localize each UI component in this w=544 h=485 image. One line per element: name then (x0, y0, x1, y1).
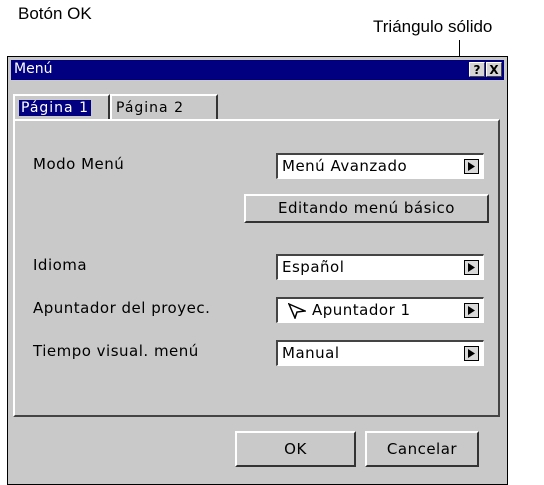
tab-page-1[interactable]: Página 1 (13, 94, 110, 120)
language-select[interactable]: Español (276, 254, 484, 280)
solid-triangle-icon[interactable] (464, 303, 479, 318)
menu-display-time-select[interactable]: Manual (276, 340, 484, 366)
solid-triangle-icon[interactable] (464, 346, 479, 361)
solid-triangle-icon[interactable] (464, 159, 479, 174)
menu-mode-value: Menú Avanzado (282, 157, 408, 175)
menu-display-time-value: Manual (282, 344, 340, 362)
cancel-button[interactable]: Cancelar (365, 431, 479, 467)
title-bar: Menú ? X (11, 60, 504, 80)
menu-mode-select[interactable]: Menú Avanzado (276, 153, 484, 179)
language-label: Idioma (33, 256, 88, 274)
close-button[interactable]: X (486, 62, 502, 77)
menu-mode-label: Modo Menú (33, 155, 125, 173)
language-value: Español (282, 258, 345, 276)
tab-page-2[interactable]: Página 2 (110, 94, 218, 120)
pointer-value: Apuntador 1 (312, 301, 411, 319)
pointer-label: Apuntador del proyec. (33, 299, 211, 317)
menu-display-time-label: Tiempo visual. menú (33, 342, 199, 360)
edit-basic-menu-button[interactable]: Editando menú básico (244, 194, 489, 223)
help-button[interactable]: ? (469, 62, 485, 77)
annotation-ok-button: Botón OK (18, 4, 92, 23)
tab-label: Página 2 (116, 100, 184, 116)
ok-button[interactable]: OK (235, 431, 356, 467)
tab-label: Página 1 (19, 100, 91, 116)
settings-panel: Modo Menú Menú Avanzado Editando menú bá… (13, 119, 500, 417)
window-title: Menú (14, 61, 53, 77)
annotation-solid-triangle: Triángulo sólido (373, 17, 493, 36)
solid-triangle-icon[interactable] (464, 260, 479, 275)
menu-dialog: Menú ? X Página 1 Página 2 Modo Menú Men… (7, 56, 508, 485)
pointer-select[interactable]: Apuntador 1 (276, 297, 484, 323)
pointer-arrow-icon (287, 302, 308, 323)
